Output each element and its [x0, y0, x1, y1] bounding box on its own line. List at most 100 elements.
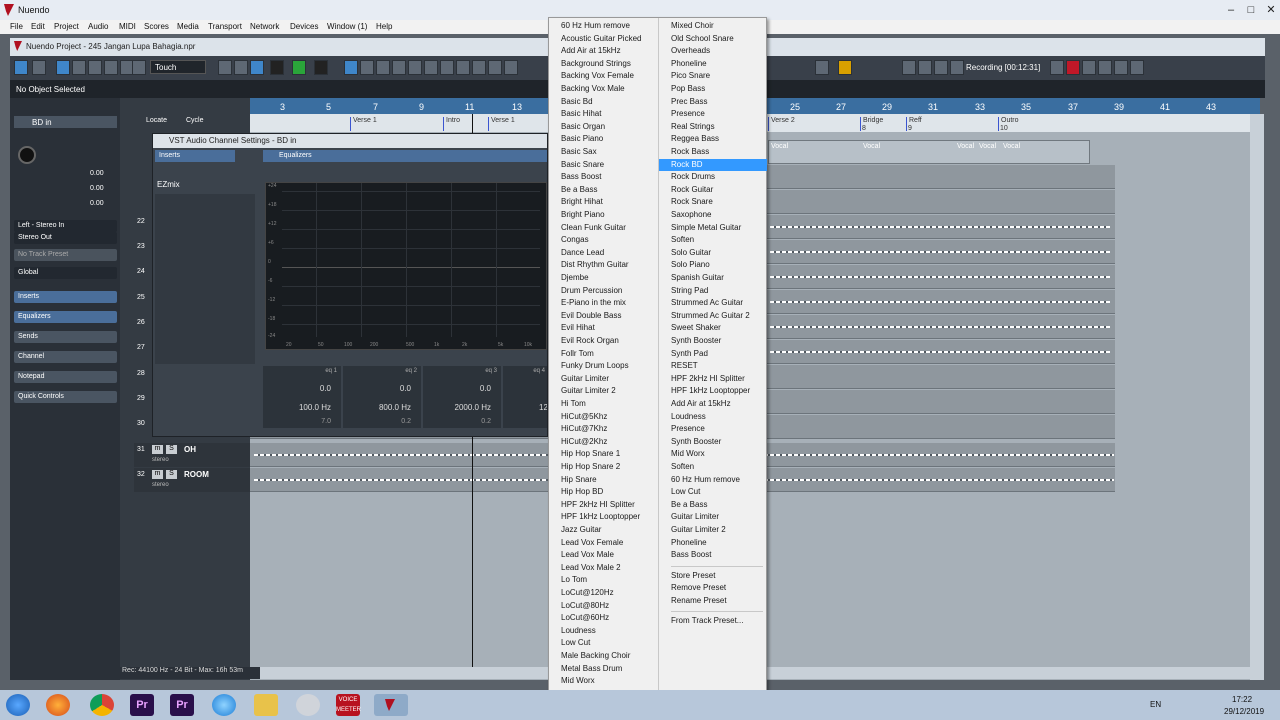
preset-menu-item[interactable]: Metal Bass Drum	[549, 663, 657, 676]
start-button-icon[interactable]	[6, 694, 30, 716]
preset-menu-item[interactable]: Guitar Limiter 2	[549, 385, 657, 398]
activate-project-button[interactable]	[14, 60, 28, 75]
eq-gain[interactable]: 0.0	[480, 384, 491, 393]
menu-transport[interactable]: Transport	[208, 22, 242, 31]
eq-q[interactable]: 0.2	[401, 418, 411, 425]
eq-frequency[interactable]: 2000.0 Hz	[455, 403, 491, 412]
preset-menu-item[interactable]: Pop Bass	[659, 83, 767, 96]
stop-button[interactable]	[270, 60, 284, 75]
eq-gain[interactable]: 0.0	[400, 384, 411, 393]
preset-menu-item[interactable]: Basic Sax	[549, 146, 657, 159]
play-button[interactable]	[292, 60, 306, 75]
preset-menu-item[interactable]: HPF 2kHz HI Splitter	[659, 373, 767, 386]
go-to-end-button[interactable]	[234, 60, 248, 75]
menu-file[interactable]: File	[10, 22, 23, 31]
preset-menu-item[interactable]: Basic Snare	[549, 159, 657, 172]
menu-project[interactable]: Project	[54, 22, 79, 31]
eq-q[interactable]: 0.2	[481, 418, 491, 425]
preset-menu-item[interactable]: HPF 1kHz Looptopper	[549, 511, 657, 524]
insert-slots[interactable]	[155, 194, 255, 364]
eq-frequency[interactable]: 100.0 Hz	[299, 403, 331, 412]
inspector-volume[interactable]: 0.00	[90, 170, 104, 177]
insert-slot-ezmix[interactable]: EZmix	[157, 180, 180, 189]
preset-menu-item[interactable]: Old School Snare	[659, 33, 767, 46]
line-tool[interactable]	[472, 60, 486, 75]
record-log-icon[interactable]	[950, 60, 964, 75]
browser-icon[interactable]	[212, 694, 236, 716]
preset-menu-item[interactable]: HiCut@7Khz	[549, 423, 657, 436]
preset-menu-item[interactable]: LoCut@120Hz	[549, 587, 657, 600]
marker[interactable]: Verse 1	[488, 117, 515, 131]
preset-menu-item[interactable]: Backing Vox Female	[549, 70, 657, 83]
preset-menu-item[interactable]: Rock Drums	[659, 171, 767, 184]
cycle-button[interactable]	[250, 60, 264, 75]
output-routing[interactable]: Stereo Out	[14, 232, 117, 244]
preset-menu-item[interactable]: Lead Vox Male	[549, 549, 657, 562]
preset-menu-item[interactable]: RESET	[659, 360, 767, 373]
preset-menu-item[interactable]: Guitar Limiter	[659, 511, 767, 524]
preset-menu-item[interactable]: Simple Metal Guitar	[659, 222, 767, 235]
clock-time[interactable]: 17:22	[1232, 695, 1252, 704]
eq-frequency[interactable]: 800.0 Hz	[379, 403, 411, 412]
vertical-scrollbar[interactable]	[1250, 114, 1264, 680]
preset-menu-item[interactable]: Prec Bass	[659, 96, 767, 109]
preset-menu-item[interactable]: Rock Snare	[659, 196, 767, 209]
preset-menu-item[interactable]: Congas	[549, 234, 657, 247]
preset-menu-item[interactable]: Solo Piano	[659, 259, 767, 272]
preset-menu-item[interactable]: Evil Hihat	[549, 322, 657, 335]
glue-tool[interactable]	[392, 60, 406, 75]
preset-menu-item[interactable]: Funky Drum Loops	[549, 360, 657, 373]
menu-help[interactable]: Help	[376, 22, 392, 31]
preset-menu-item[interactable]: Loudness	[549, 625, 657, 638]
preset-menu-item[interactable]: Phoneline	[659, 537, 767, 550]
go-to-start-button[interactable]	[218, 60, 232, 75]
section-quick-controls[interactable]: Quick Controls	[14, 391, 117, 403]
grid-button[interactable]	[838, 60, 852, 75]
premiere-icon[interactable]: Pr	[130, 694, 154, 716]
vst-equalizers-tab[interactable]: Equalizers	[263, 150, 547, 162]
preset-menu-item[interactable]: HiCut@2Khz	[549, 436, 657, 449]
preset-menu-item[interactable]: Bass Boost	[659, 549, 767, 562]
mute-button[interactable]: m	[152, 445, 163, 454]
preset-menu-item[interactable]: Lead Vox Female	[549, 537, 657, 550]
mute-tool[interactable]	[440, 60, 454, 75]
preset-menu-item[interactable]: 60 Hz Hum remove	[549, 20, 657, 33]
close-button[interactable]: ✕	[1262, 3, 1280, 17]
preset-menu-item[interactable]: HiCut@5Khz	[549, 411, 657, 424]
menu-window[interactable]: Window (1)	[327, 22, 367, 31]
preset-menu-item[interactable]: Male Backing Choir	[549, 650, 657, 663]
menu-network[interactable]: Network	[250, 22, 279, 31]
preset-menu-item[interactable]: String Pad	[659, 285, 767, 298]
preset-menu-item[interactable]: Rock Guitar	[659, 184, 767, 197]
preset-menu-item[interactable]: Mixed Choir	[659, 20, 767, 33]
preset-menu-item[interactable]: Lo Tom	[549, 574, 657, 587]
show-inspector-button[interactable]	[56, 60, 70, 75]
eq-curve-display[interactable]: +24 +18 +12 +6 0 -6 -12 -18 -24 20 50 10…	[265, 182, 547, 350]
track-name[interactable]: ROOM	[184, 470, 209, 479]
preset-menu-item[interactable]: Guitar Limiter 2	[659, 524, 767, 537]
preset-menu-item[interactable]: Bass Boost	[549, 171, 657, 184]
preset-menu-item[interactable]: Be a Bass	[549, 184, 657, 197]
preset-menu-item[interactable]: Low Cut	[659, 486, 767, 499]
menu-midi[interactable]: MIDI	[119, 22, 136, 31]
preset-menu-item[interactable]: Jazz Guitar	[549, 524, 657, 537]
preset-menu-item[interactable]: Dist Rhythm Guitar	[549, 259, 657, 272]
color-tool[interactable]	[504, 60, 518, 75]
section-sends[interactable]: Sends	[14, 331, 117, 343]
preset-menu-item[interactable]: Backing Vox Male	[549, 83, 657, 96]
section-notepad[interactable]: Notepad	[14, 371, 117, 383]
preset-menu-item[interactable]: Background Strings	[549, 58, 657, 71]
nuendo-taskbar-icon[interactable]	[374, 694, 408, 716]
preset-menu-item[interactable]: Lead Vox Male 2	[549, 562, 657, 575]
preset-menu-item[interactable]: Mid Worx	[549, 675, 657, 688]
preset-menu-item[interactable]: Sweet Shaker	[659, 322, 767, 335]
marker[interactable]: Intro	[443, 117, 460, 131]
vocal-part[interactable]: Vocal Vocal Vocal Vocal Vocal	[768, 140, 1090, 164]
section-channel[interactable]: Channel	[14, 351, 117, 363]
preset-menu-item[interactable]: Soften	[659, 234, 767, 247]
preset-menu-item[interactable]: Synth Pad	[659, 348, 767, 361]
split-tool[interactable]	[376, 60, 390, 75]
preset-menu-item[interactable]: Spanish Guitar	[659, 272, 767, 285]
record-search-icon[interactable]	[934, 60, 948, 75]
record-folder-icon[interactable]	[918, 60, 932, 75]
